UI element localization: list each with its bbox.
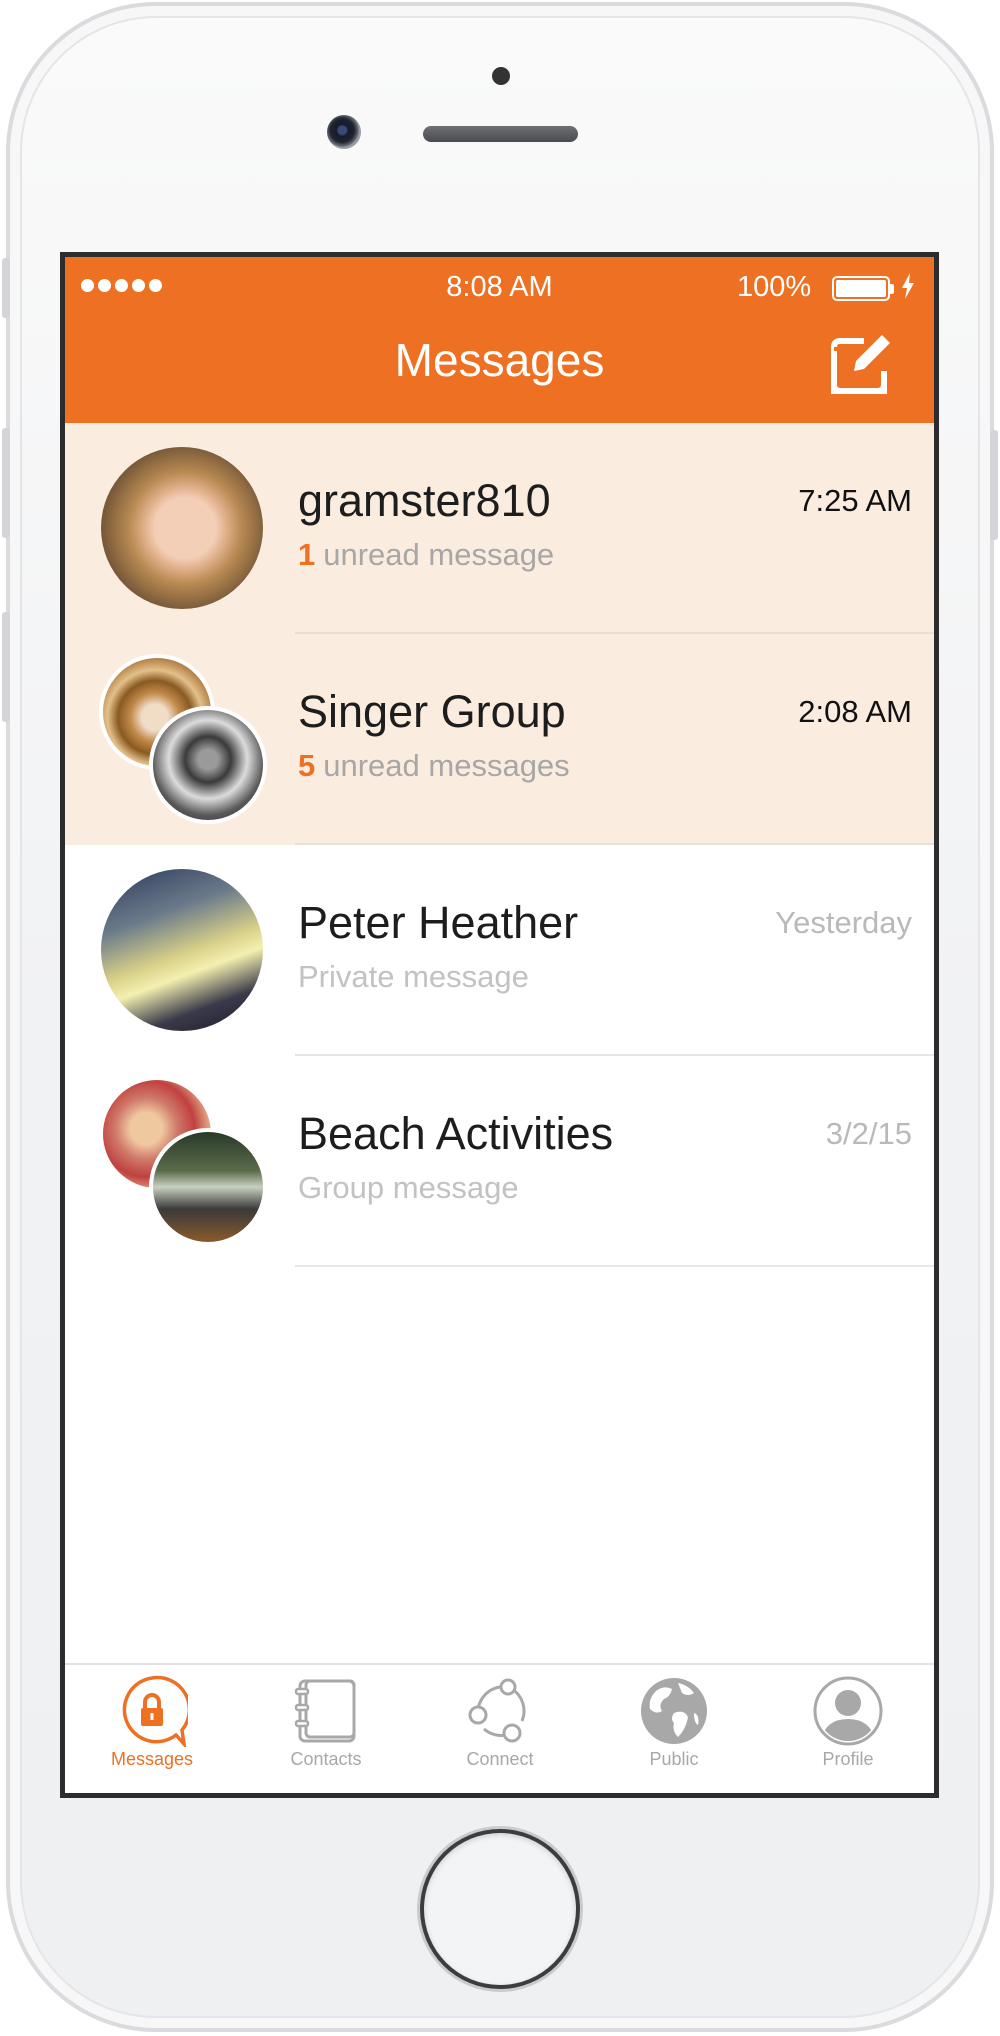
unread-count: 1 xyxy=(298,537,316,572)
volume-up-button xyxy=(2,428,10,538)
app-screen: 8:08 AM 100% Messages gramster810 7:25 A… xyxy=(60,252,939,1798)
conversation-preview: 1 unread message xyxy=(298,537,554,573)
volume-down-button xyxy=(2,612,10,722)
earpiece-speaker xyxy=(423,126,578,142)
tab-label: Profile xyxy=(822,1749,874,1769)
tab-label: Connect xyxy=(466,1749,534,1769)
conversation-name: gramster810 xyxy=(298,475,551,526)
battery-icon xyxy=(832,276,894,301)
avatar xyxy=(149,706,267,824)
address-book-icon xyxy=(294,1679,356,1743)
tab-label: Messages xyxy=(110,1749,194,1769)
tab-public[interactable]: Public xyxy=(587,1675,761,1770)
tab-label: Contacts xyxy=(290,1749,362,1769)
tab-bar: Messages Contacts Connect Public Profile xyxy=(65,1663,934,1793)
conversation-preview: 5 unread messages xyxy=(298,748,570,784)
tab-profile[interactable]: Profile xyxy=(761,1675,934,1770)
conversation-name: Peter Heather xyxy=(298,897,579,948)
tab-label: Public xyxy=(649,1749,699,1769)
tab-messages[interactable]: Messages xyxy=(65,1675,239,1770)
tab-contacts[interactable]: Contacts xyxy=(239,1675,413,1770)
conversation-list: gramster810 7:25 AM 1 unread message Sing… xyxy=(65,423,934,1267)
conversation-time: Yesterday xyxy=(775,905,912,940)
lock-chat-icon xyxy=(122,1675,188,1747)
avatar xyxy=(149,1128,267,1246)
home-button[interactable] xyxy=(424,1833,576,1985)
person-icon xyxy=(813,1676,883,1746)
charging-bolt-icon xyxy=(902,273,914,299)
conversation-row[interactable]: Beach Activities 3/2/15 Group message xyxy=(65,1056,934,1267)
avatar xyxy=(101,869,263,1031)
conversation-time: 3/2/15 xyxy=(825,1116,912,1151)
connect-nodes-icon xyxy=(468,1678,526,1743)
preview-text: unread message xyxy=(323,537,555,572)
conversation-row[interactable]: gramster810 7:25 AM 1 unread message xyxy=(65,423,934,634)
conversation-time: 2:08 AM xyxy=(798,694,912,729)
conversation-preview: Private message xyxy=(298,959,529,994)
navigation-bar: 8:08 AM 100% Messages xyxy=(65,257,934,423)
proximity-sensor xyxy=(492,67,510,85)
row-divider xyxy=(295,1265,934,1267)
conversation-name: Beach Activities xyxy=(298,1108,614,1159)
front-camera xyxy=(327,115,361,149)
avatar xyxy=(101,447,263,609)
compose-icon[interactable] xyxy=(830,331,896,397)
conversation-preview: Group message xyxy=(298,1170,519,1205)
silent-switch xyxy=(2,258,10,318)
tab-connect[interactable]: Connect xyxy=(413,1675,587,1770)
battery-percent: 100% xyxy=(737,271,812,303)
preview-text: unread messages xyxy=(323,748,570,783)
conversation-time: 7:25 AM xyxy=(798,483,912,518)
conversation-name: Singer Group xyxy=(298,686,566,737)
conversation-row[interactable]: Peter Heather Yesterday Private message xyxy=(65,845,934,1056)
unread-count: 5 xyxy=(298,748,316,783)
page-title: Messages xyxy=(394,334,605,386)
globe-icon xyxy=(641,1678,707,1744)
status-bar: 8:08 AM 100% xyxy=(65,257,934,311)
conversation-row[interactable]: Singer Group 2:08 AM 5 unread messages xyxy=(65,634,934,845)
power-button xyxy=(990,430,998,540)
